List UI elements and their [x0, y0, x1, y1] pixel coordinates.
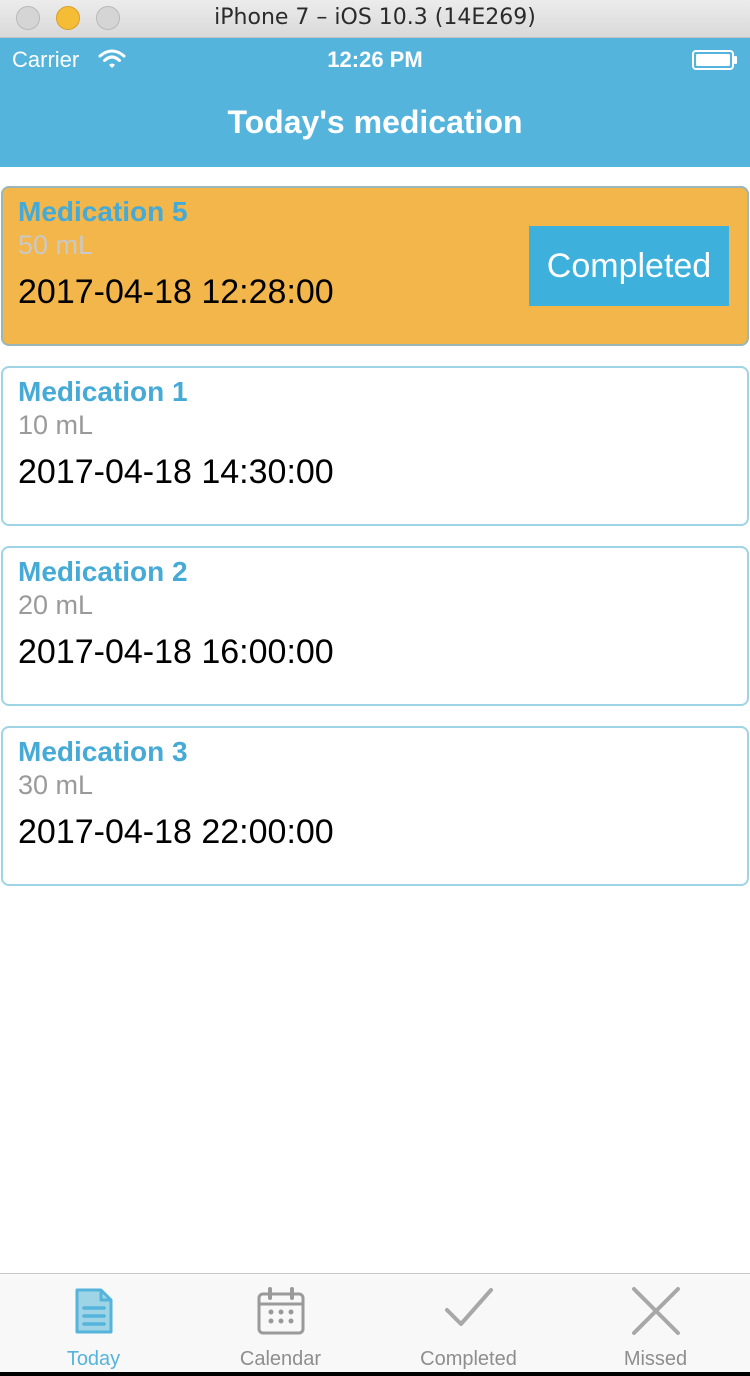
- medication-name: Medication 1: [18, 376, 188, 407]
- status-time: 12:26 PM: [327, 47, 423, 72]
- tab-label: Today: [66, 1348, 121, 1370]
- window-title: iPhone 7 – iOS 10.3 (14E269): [214, 5, 536, 30]
- navigation-header: Carrier 12:26 PM Today's medication: [0, 38, 750, 167]
- tab-calendar[interactable]: Calendar: [187, 1274, 374, 1376]
- medication-card[interactable]: Medication 1 10 mL 2017-04-18 14:30:00: [1, 366, 749, 526]
- medication-card[interactable]: Medication 3 30 mL 2017-04-18 22:00:00: [1, 726, 749, 886]
- window-bottom-edge: [0, 1372, 750, 1376]
- medication-dose: 50 mL: [18, 230, 94, 260]
- medication-card-current[interactable]: Medication 5 50 mL 2017-04-18 12:28:00 C…: [1, 186, 749, 346]
- tab-label: Missed: [623, 1348, 688, 1370]
- medication-name: Medication 2: [18, 556, 188, 587]
- tab-label: Calendar: [239, 1348, 322, 1370]
- page-title: Today's medication: [227, 104, 523, 140]
- medication-time: 2017-04-18 14:30:00: [18, 453, 334, 491]
- tab-bar: Today Calendar Completed Missed: [0, 1273, 750, 1376]
- document-icon: [75, 1288, 112, 1334]
- medication-time: 2017-04-18 16:00:00: [18, 633, 334, 671]
- medication-name: Medication 5: [18, 196, 188, 227]
- medication-time: 2017-04-18 12:28:00: [18, 273, 334, 311]
- simulator-title-bar: iPhone 7 – iOS 10.3 (14E269): [0, 0, 750, 38]
- mark-completed-button[interactable]: Completed: [529, 226, 729, 306]
- tab-completed[interactable]: Completed: [375, 1274, 562, 1376]
- medication-name: Medication 3: [18, 736, 188, 767]
- medication-time: 2017-04-18 22:00:00: [18, 813, 334, 851]
- calendar-icon: [257, 1287, 304, 1335]
- medication-card[interactable]: Medication 2 20 mL 2017-04-18 16:00:00: [1, 546, 749, 706]
- medication-dose: 30 mL: [18, 770, 94, 800]
- tab-today[interactable]: Today: [0, 1274, 187, 1376]
- battery-icon: [692, 50, 737, 70]
- x-icon: [631, 1287, 680, 1335]
- tab-missed[interactable]: Missed: [562, 1274, 749, 1376]
- medication-dose: 20 mL: [18, 590, 94, 620]
- medication-dose: 10 mL: [18, 410, 94, 440]
- checkmark-icon: [444, 1288, 493, 1326]
- status-bar: Carrier 12:26 PM: [0, 38, 750, 80]
- tab-label: Completed: [420, 1348, 517, 1370]
